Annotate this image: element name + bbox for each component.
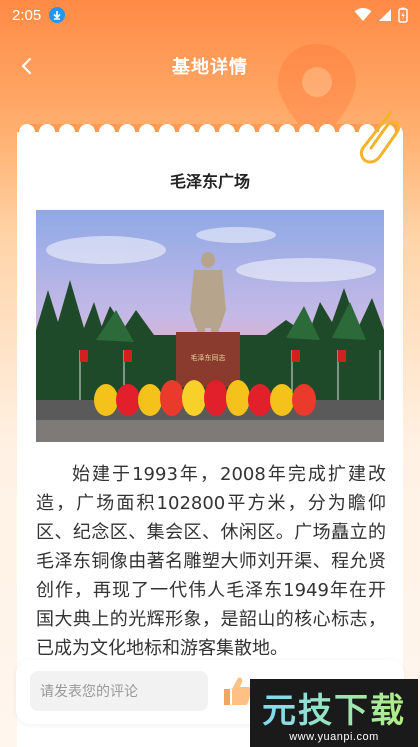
watermark-url: www.yuanpi.com bbox=[289, 731, 379, 743]
page-title: 基地详情 bbox=[172, 57, 248, 78]
status-time: 2:05 bbox=[12, 6, 42, 24]
like-button[interactable] bbox=[220, 674, 254, 712]
thumbs-up-icon bbox=[224, 677, 252, 705]
watermark-logo: 元技下载 www.yuanpi.com bbox=[250, 679, 418, 747]
back-button[interactable] bbox=[10, 50, 42, 82]
download-icon bbox=[49, 7, 66, 23]
battery-icon bbox=[398, 7, 408, 23]
comment-input[interactable]: 请发表您的评论 bbox=[30, 671, 208, 711]
place-photo: 毛泽东同志 bbox=[36, 210, 384, 442]
wifi-icon bbox=[354, 8, 372, 21]
nav-bar: 基地详情 bbox=[0, 44, 420, 88]
place-description: 始建于1993年，2008年完成扩建改造，广场面积102800平方米，分为瞻仰区… bbox=[36, 464, 386, 659]
watermark-brand: 元技下载 bbox=[250, 683, 418, 732]
statue-plaque-text: 毛泽东同志 bbox=[191, 353, 226, 362]
paperclip-icon bbox=[359, 110, 400, 164]
place-title: 毛泽东广场 bbox=[169, 172, 250, 191]
chevron-left-icon bbox=[21, 57, 32, 75]
card-scallop-edge bbox=[17, 124, 403, 140]
signal-icon bbox=[379, 9, 391, 21]
status-bar: 2:05 bbox=[0, 0, 420, 30]
